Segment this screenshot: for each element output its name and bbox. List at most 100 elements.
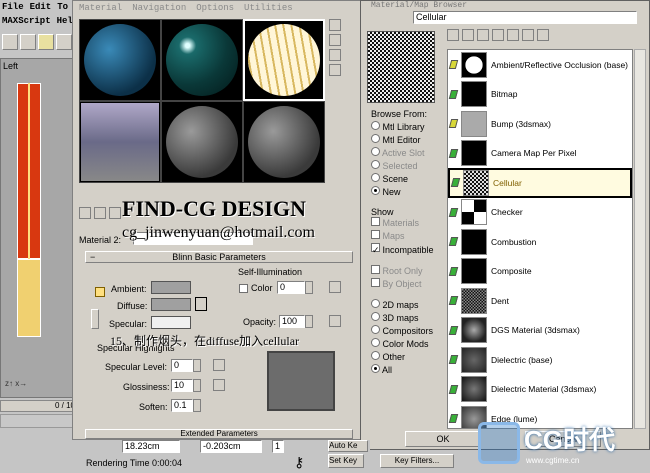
radio-all[interactable] (371, 364, 380, 373)
color-map-button[interactable] (329, 281, 341, 293)
sample-slot-2[interactable] (161, 19, 243, 101)
sample-slot-1[interactable] (79, 19, 161, 101)
radio-other[interactable] (371, 351, 380, 360)
window-crossing-icon[interactable] (20, 34, 36, 50)
menu-maxscript[interactable]: MAXScript (2, 16, 51, 26)
update-scene-icon[interactable] (507, 29, 519, 41)
radio-3d-maps[interactable] (371, 312, 380, 321)
extended-params-header[interactable]: Extended Parameters (85, 429, 353, 439)
diffuse-map-button[interactable] (195, 297, 207, 311)
color-checkbox[interactable] (239, 284, 248, 293)
assign-icon[interactable] (94, 207, 106, 219)
view-large-icons-icon[interactable] (492, 29, 504, 41)
menu-utilities[interactable]: Utilities (244, 3, 293, 13)
color-spinner[interactable] (305, 281, 313, 294)
rotate-icon[interactable] (56, 34, 72, 50)
background-icon[interactable] (329, 49, 341, 61)
reset-icon[interactable] (109, 207, 121, 219)
opacity-field[interactable]: 100 (279, 315, 305, 328)
move-icon[interactable] (38, 34, 54, 50)
map-list-item[interactable]: Camera Map Per Pixel (448, 139, 632, 169)
radio-mtl-library[interactable] (371, 121, 380, 130)
radio-mtl-editor[interactable] (371, 134, 380, 143)
incompatible-checkbox[interactable]: ✓ (371, 243, 380, 255)
timeline-slider[interactable]: 0 / 10 (0, 400, 78, 412)
lock-small-icon[interactable] (91, 309, 99, 329)
specular-swatch[interactable] (151, 316, 191, 329)
view-list-icon[interactable] (447, 29, 459, 41)
browser-search-input[interactable]: Cellular (413, 11, 637, 24)
track-bar[interactable] (0, 414, 78, 428)
soften-spinner[interactable] (193, 399, 201, 412)
map-list-item[interactable]: Dent (448, 286, 632, 316)
opacity-spinner[interactable] (305, 315, 313, 328)
radio-selected[interactable] (371, 160, 380, 169)
map-list-item[interactable]: Combustion (448, 227, 632, 257)
menu-options[interactable]: Options (196, 3, 234, 13)
materials-checkbox[interactable] (371, 217, 380, 226)
radio-color-mods[interactable] (371, 338, 380, 347)
coord-x-field[interactable]: 18.23cm (122, 440, 180, 453)
color-value-field[interactable]: 0 (277, 281, 305, 294)
key-filters-button[interactable]: Key Filters... (380, 454, 454, 468)
map-list-scrollbar[interactable] (634, 49, 646, 429)
coord-z-field[interactable]: 1 (272, 440, 284, 453)
menu-file[interactable]: File (2, 2, 24, 12)
maps-checkbox[interactable] (371, 230, 380, 239)
radio-2d-maps[interactable] (371, 299, 380, 308)
map-list-item[interactable]: Cellular (448, 168, 632, 198)
map-list-item[interactable]: Composite (448, 257, 632, 287)
uv-tiling-icon[interactable] (329, 64, 341, 76)
soften-field[interactable]: 0.1 (171, 399, 193, 412)
view-small-icons-icon[interactable] (477, 29, 489, 41)
glossiness-spinner[interactable] (193, 379, 201, 392)
map-list-item[interactable]: Ambient/Reflective Occlusion (base) (448, 50, 632, 80)
sample-slot-4[interactable] (79, 101, 161, 183)
ok-button[interactable]: OK (405, 431, 481, 447)
map-list-item[interactable]: Dielectric (base) (448, 345, 632, 375)
glossiness-map-button[interactable] (213, 379, 225, 391)
map-list-item[interactable]: Dielectric Material (3dsmax) (448, 375, 632, 405)
radio-active-slot[interactable] (371, 147, 380, 156)
coord-y-field[interactable]: -0.203cm (200, 440, 262, 453)
opacity-map-button[interactable] (329, 315, 341, 327)
view-list-icons-icon[interactable] (462, 29, 474, 41)
ambient-swatch[interactable] (151, 281, 191, 294)
sample-slot-6[interactable] (243, 101, 325, 183)
sample-slot-5[interactable] (161, 101, 243, 183)
map-list-item[interactable]: Checker (448, 198, 632, 228)
viewport-left[interactable]: Left z↑ x→ (0, 58, 78, 398)
select-region-icon[interactable] (2, 34, 18, 50)
menu-help[interactable]: Hel (57, 16, 73, 26)
spec-level-field[interactable]: 0 (171, 359, 193, 372)
spec-level-map-button[interactable] (213, 359, 225, 371)
clear-icon[interactable] (537, 29, 549, 41)
root-only-checkbox[interactable] (371, 265, 380, 274)
by-object-checkbox[interactable] (371, 278, 380, 287)
radio-compositors[interactable] (371, 325, 380, 334)
glossiness-field[interactable]: 10 (171, 379, 193, 392)
menu-tools[interactable]: To (57, 2, 68, 12)
delete-icon[interactable] (522, 29, 534, 41)
radio-new[interactable] (371, 186, 380, 195)
set-key-button[interactable]: Set Key (328, 454, 364, 468)
menu-material[interactable]: Material (79, 3, 122, 13)
sample-type-icon[interactable] (329, 19, 341, 31)
menu-navigation[interactable]: Navigation (132, 3, 186, 13)
map-list-item[interactable]: Bitmap (448, 80, 632, 110)
sample-slot-3[interactable] (243, 19, 325, 101)
blinn-rollout-header[interactable]: − Blinn Basic Parameters (85, 251, 353, 263)
auto-key-button[interactable]: Auto Ke (328, 440, 368, 452)
highlight-curve-preview (267, 351, 335, 411)
map-list-item[interactable]: Bump (3dsmax) (448, 109, 632, 139)
get-material-icon[interactable] (79, 207, 91, 219)
menu-edit[interactable]: Edit (30, 2, 52, 12)
map-list[interactable]: Ambient/Reflective Occlusion (base) Bitma… (447, 49, 633, 429)
key-icon[interactable]: ⚷ (294, 454, 304, 471)
radio-scene[interactable] (371, 173, 380, 182)
backlight-icon[interactable] (329, 34, 341, 46)
map-list-item[interactable]: DGS Material (3dsmax) (448, 316, 632, 346)
spec-level-spinner[interactable] (193, 359, 201, 372)
diffuse-swatch[interactable] (151, 298, 191, 311)
lock-icon[interactable] (95, 287, 105, 297)
